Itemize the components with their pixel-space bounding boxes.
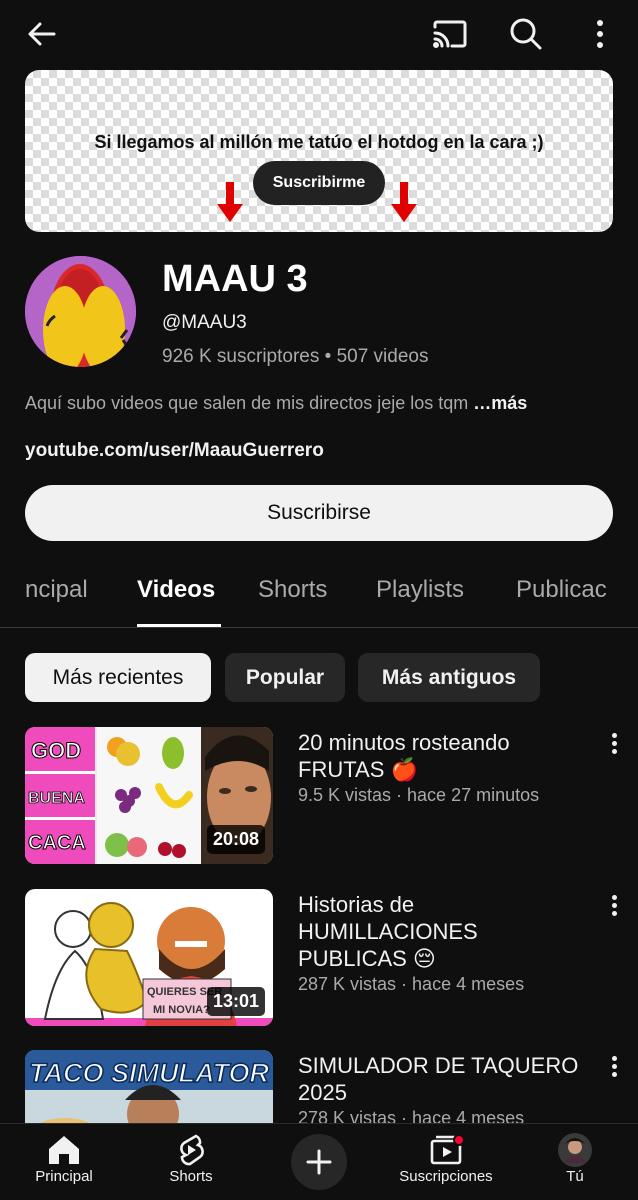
nav-label: Suscripciones xyxy=(399,1168,493,1185)
chip-popular[interactable]: Popular xyxy=(225,653,345,702)
video-menu-button[interactable] xyxy=(604,895,624,916)
search-icon xyxy=(510,18,542,50)
svg-text:GOD: GOD xyxy=(31,738,81,763)
tab-shorts[interactable]: Shorts xyxy=(258,576,327,604)
tab-playlists[interactable]: Playlists xyxy=(376,576,464,604)
active-tab-indicator xyxy=(137,624,221,627)
video-title[interactable]: 20 minutos rosteando FRUTAS 🍎 xyxy=(298,729,588,783)
svg-text:TACO SIMULATOR 25: TACO SIMULATOR 25 xyxy=(29,1058,273,1088)
svg-text:BUENA: BUENA xyxy=(28,790,85,807)
tab-publicaciones[interactable]: Publicac xyxy=(516,576,607,604)
channel-link[interactable]: youtube.com/user/MaauGuerrero xyxy=(25,440,324,462)
svg-text:CACA: CACA xyxy=(28,832,86,854)
video-meta: 9.5 K vistas · hace 27 minutos xyxy=(298,785,540,805)
video-item[interactable]: GOD BUENA CACA 20:08 20 minutos rosteand… xyxy=(0,727,638,867)
svg-text:MI NOVIA?: MI NOVIA? xyxy=(153,1004,210,1016)
video-thumbnail[interactable]: GOD BUENA CACA 20:08 xyxy=(25,727,273,864)
banner-subscribe-pill: Suscribirme xyxy=(253,161,385,205)
more-vert-icon xyxy=(597,20,603,48)
chip-mas-recientes[interactable]: Más recientes xyxy=(25,653,211,702)
notification-dot xyxy=(453,1134,465,1146)
back-arrow-icon xyxy=(28,22,56,46)
video-menu-button[interactable] xyxy=(604,1056,624,1077)
nav-label: Principal xyxy=(35,1168,93,1185)
video-duration: 20:08 xyxy=(206,825,265,854)
subscribe-button[interactable]: Suscribirse xyxy=(25,485,613,541)
video-duration: 13:01 xyxy=(206,987,265,1016)
video-title[interactable]: SIMULADOR DE TAQUERO 2025 xyxy=(298,1052,588,1106)
bottom-navigation: Principal Shorts Suscripciones Tú xyxy=(0,1123,638,1200)
chip-mas-antiguos[interactable]: Más antiguos xyxy=(358,653,540,702)
banner-arrow-left xyxy=(217,182,243,222)
cast-icon xyxy=(433,20,467,48)
top-bar xyxy=(0,0,638,68)
nav-label: Tú xyxy=(566,1168,584,1185)
cast-button[interactable] xyxy=(428,12,472,56)
channel-stats: 926 K suscriptores • 507 videos xyxy=(162,346,429,367)
plus-icon xyxy=(306,1149,332,1175)
create-button[interactable] xyxy=(291,1134,347,1190)
channel-banner[interactable]: Si llegamos al millón me tatúo el hotdog… xyxy=(25,70,613,232)
video-meta: 287 K vistas · hace 4 meses xyxy=(298,974,525,994)
channel-tabs: ncipal Videos Shorts Playlists Publicac xyxy=(0,560,638,628)
home-icon xyxy=(49,1136,79,1164)
banner-text: Si llegamos al millón me tatúo el hotdog… xyxy=(94,132,544,152)
channel-page: Si llegamos al millón me tatúo el hotdog… xyxy=(0,0,638,1200)
banner-arrow-right xyxy=(391,182,417,222)
channel-description[interactable]: Aquí subo videos que salen de mis direct… xyxy=(25,393,527,414)
tab-principal[interactable]: ncipal xyxy=(25,576,88,604)
tab-videos[interactable]: Videos xyxy=(137,576,215,604)
channel-avatar[interactable] xyxy=(25,256,136,367)
channel-handle: @MAAU3 xyxy=(162,312,247,333)
shorts-icon xyxy=(180,1134,204,1166)
nav-tu[interactable]: Tú xyxy=(520,1132,630,1185)
video-item[interactable]: QUIERES SER MI NOVIA? 13:01 Historias de… xyxy=(0,889,638,1029)
avatar xyxy=(558,1133,592,1167)
description-text: Aquí subo videos que salen de mis direct… xyxy=(25,393,474,413)
back-button[interactable] xyxy=(20,12,64,56)
channel-name: MAAU 3 xyxy=(162,258,308,300)
more-link[interactable]: …más xyxy=(473,393,527,413)
more-options-button[interactable] xyxy=(578,12,622,56)
nav-principal[interactable]: Principal xyxy=(9,1132,119,1185)
video-thumbnail[interactable]: QUIERES SER MI NOVIA? 13:01 xyxy=(25,889,273,1026)
video-title[interactable]: Historias de HUMILLACIONES PUBLICAS 😔 xyxy=(298,891,588,972)
nav-shorts[interactable]: Shorts xyxy=(136,1132,246,1185)
nav-suscripciones[interactable]: Suscripciones xyxy=(391,1132,501,1185)
hotdog-avatar-image xyxy=(25,256,136,367)
video-menu-button[interactable] xyxy=(604,733,624,754)
search-button[interactable] xyxy=(504,12,548,56)
nav-label: Shorts xyxy=(169,1168,213,1185)
